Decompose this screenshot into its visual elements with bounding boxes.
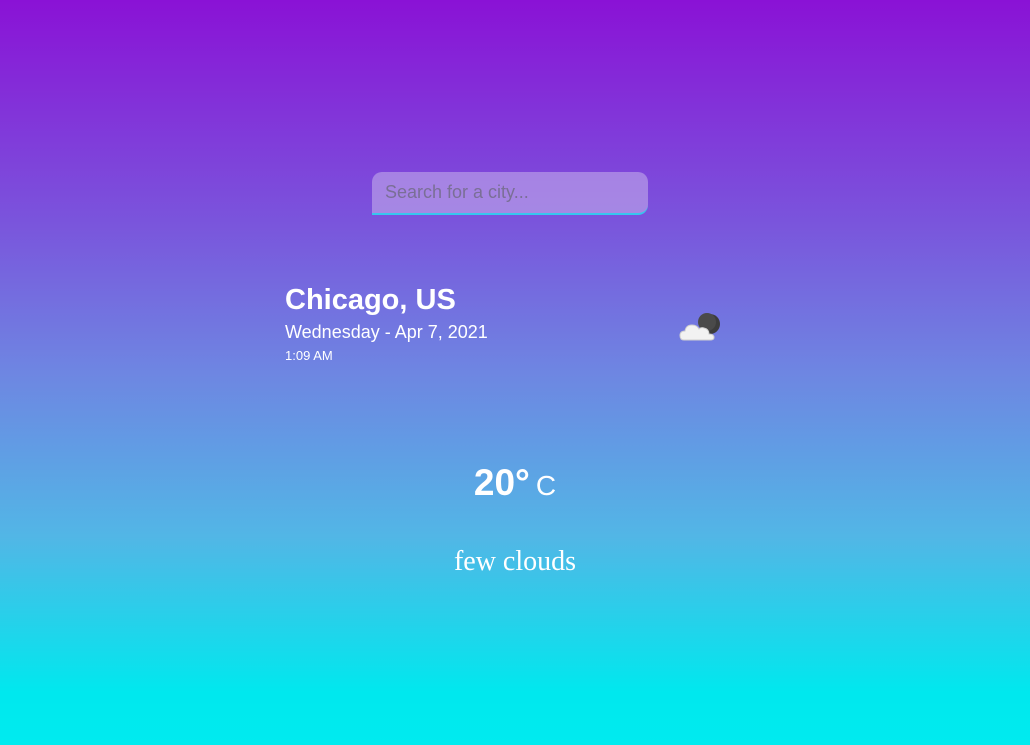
temperature-display: 20° C xyxy=(0,462,1030,504)
location-block: Chicago, US Wednesday - Apr 7, 2021 1:09… xyxy=(285,283,488,364)
time-label: 1:09 AM xyxy=(285,348,333,363)
search-bar xyxy=(372,172,648,215)
city-name: Chicago, US xyxy=(285,284,456,316)
temperature-unit: C xyxy=(535,470,557,501)
few-clouds-night-icon xyxy=(678,308,726,348)
date-label: Wednesday - Apr 7, 2021 xyxy=(285,322,488,342)
weather-description: few clouds xyxy=(453,546,577,577)
temperature-value: 20° xyxy=(473,462,530,503)
search-input[interactable] xyxy=(372,172,648,215)
